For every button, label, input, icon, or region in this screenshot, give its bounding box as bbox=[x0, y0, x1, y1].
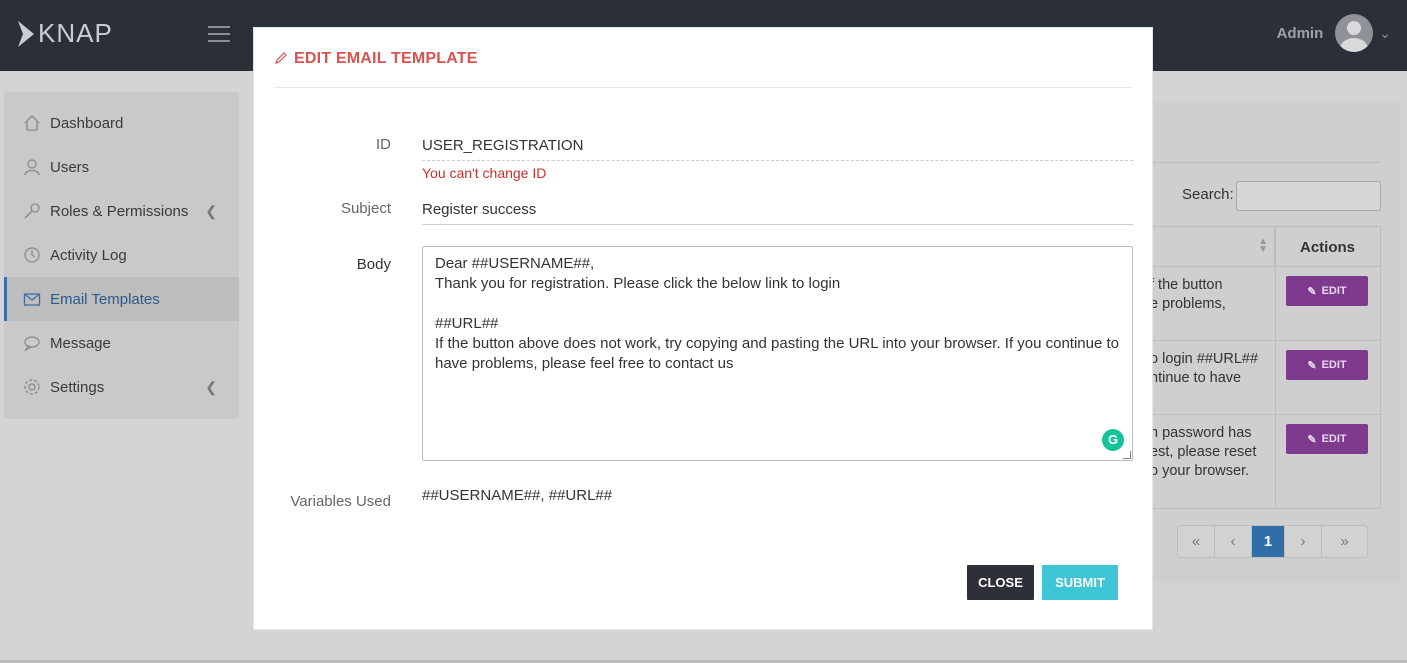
edit-button[interactable]: ✎ EDIT bbox=[1286, 350, 1368, 380]
resize-handle[interactable] bbox=[1123, 451, 1131, 459]
chevron-left-icon[interactable]: ❮ bbox=[205, 379, 217, 396]
grammarly-icon[interactable]: G bbox=[1102, 429, 1124, 451]
id-field-underline bbox=[422, 160, 1133, 161]
id-label: ID bbox=[376, 136, 391, 153]
logo-text: KNAP bbox=[38, 18, 113, 48]
chat-icon bbox=[22, 333, 42, 353]
id-value: USER_REGISTRATION bbox=[422, 137, 584, 154]
sidebar-item-label: Users bbox=[50, 158, 90, 176]
page-next-button[interactable]: › bbox=[1285, 526, 1322, 557]
sidebar-item-activity-log[interactable]: Activity Log bbox=[4, 233, 239, 277]
sidebar: Dashboard Users Roles & Permissions ❮ Ac… bbox=[4, 92, 239, 419]
pencil-icon bbox=[274, 51, 288, 68]
edit-icon: ✎ bbox=[1307, 285, 1317, 298]
user-name: Admin bbox=[1276, 24, 1324, 42]
sidebar-item-label: Roles & Permissions bbox=[50, 202, 189, 220]
clock-icon bbox=[22, 245, 42, 265]
sidebar-item-users[interactable]: Users bbox=[4, 145, 239, 189]
table-row-divider bbox=[1150, 266, 1381, 267]
modal-divider bbox=[274, 87, 1133, 88]
sidebar-item-roles-permissions[interactable]: Roles & Permissions ❮ bbox=[4, 189, 239, 233]
pagination: « ‹ 1 › » bbox=[1177, 525, 1368, 558]
modal-title-text: EDIT EMAIL TEMPLATE bbox=[294, 50, 478, 67]
table-header-sortable[interactable]: ▲ ▼ bbox=[1150, 227, 1275, 267]
edit-icon: ✎ bbox=[1307, 433, 1317, 446]
sidebar-item-label: Settings bbox=[50, 378, 105, 396]
home-icon bbox=[22, 113, 42, 133]
edit-icon: ✎ bbox=[1307, 359, 1317, 372]
search-label: Search: bbox=[1182, 186, 1234, 203]
id-readonly-note: You can't change ID bbox=[422, 165, 547, 181]
table-header-actions: Actions bbox=[1299, 238, 1355, 256]
table-row-divider bbox=[1150, 414, 1381, 415]
avatar[interactable] bbox=[1335, 14, 1374, 52]
chevron-left-icon[interactable]: ❮ bbox=[205, 203, 217, 220]
gear-icon bbox=[22, 377, 42, 397]
subject-field[interactable]: Register success bbox=[422, 201, 536, 218]
sidebar-item-dashboard[interactable]: Dashboard bbox=[4, 101, 239, 145]
page-last-button[interactable]: » bbox=[1322, 526, 1367, 557]
edit-template-modal: EDIT EMAIL TEMPLATE ID USER_REGISTRATION… bbox=[253, 27, 1153, 630]
sort-icon: ▲ ▼ bbox=[1258, 236, 1268, 255]
close-button[interactable]: CLOSE bbox=[967, 565, 1034, 600]
table-cell: o login ##URL## ntinue to have bbox=[1150, 351, 1259, 386]
modal-title: EDIT EMAIL TEMPLATE bbox=[274, 50, 478, 68]
sidebar-item-label: Activity Log bbox=[50, 246, 127, 264]
table-column-divider bbox=[1275, 227, 1276, 509]
page-first-button[interactable]: « bbox=[1178, 526, 1215, 557]
sidebar-item-label: Message bbox=[50, 334, 111, 352]
sidebar-item-settings[interactable]: Settings ❮ bbox=[4, 365, 239, 409]
edit-button[interactable]: ✎ EDIT bbox=[1286, 276, 1368, 306]
menu-toggle-icon[interactable] bbox=[208, 26, 230, 42]
page-number-button[interactable]: 1 bbox=[1252, 526, 1285, 557]
user-menu[interactable]: Admin ⌄ bbox=[1277, 14, 1391, 52]
page-prev-button[interactable]: ‹ bbox=[1215, 526, 1252, 557]
table-cell: f the button e problems, bbox=[1150, 277, 1226, 312]
submit-button[interactable]: SUBMIT bbox=[1042, 565, 1118, 600]
panel-divider bbox=[1150, 162, 1380, 163]
body-textarea[interactable]: Dear ##USERNAME##, Thank you for registr… bbox=[422, 246, 1133, 461]
table-cell: n password has est, please reset o your … bbox=[1150, 425, 1257, 479]
edit-button[interactable]: ✎ EDIT bbox=[1286, 424, 1368, 454]
sidebar-item-message[interactable]: Message bbox=[4, 321, 239, 365]
logo-icon bbox=[18, 20, 34, 47]
variables-value: ##USERNAME##, ##URL## bbox=[422, 487, 613, 504]
variables-label: Variables Used bbox=[290, 493, 391, 510]
sidebar-item-label: Dashboard bbox=[50, 114, 124, 132]
sidebar-item-email-templates[interactable]: Email Templates bbox=[4, 277, 239, 321]
key-icon bbox=[22, 201, 42, 221]
subject-label: Subject bbox=[340, 200, 391, 217]
chevron-down-icon[interactable]: ⌄ bbox=[1379, 25, 1391, 42]
user-icon bbox=[22, 157, 42, 177]
subject-field-underline bbox=[422, 224, 1133, 225]
envelope-icon bbox=[22, 289, 42, 309]
app-logo[interactable]: KNAP bbox=[16, 18, 113, 49]
table-row-divider bbox=[1150, 340, 1381, 341]
search-input[interactable] bbox=[1236, 181, 1381, 211]
sidebar-item-label: Email Templates bbox=[50, 290, 160, 308]
body-label: Body bbox=[356, 256, 391, 273]
